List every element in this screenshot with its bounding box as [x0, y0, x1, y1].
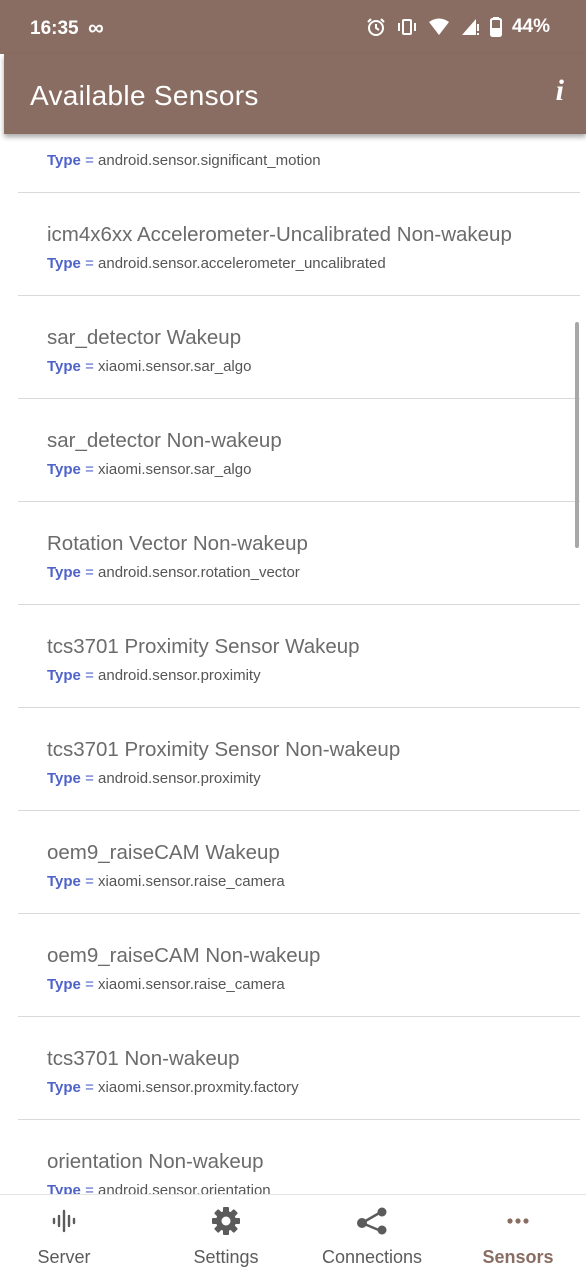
type-equals: =	[80, 1182, 99, 1194]
nav-settings[interactable]: Settings	[176, 1195, 276, 1267]
type-key: Type	[47, 976, 81, 993]
type-value: xiaomi.sensor.proxmity.factory	[98, 1079, 299, 1096]
type-value: android.sensor.accelerometer_uncalibrate…	[98, 255, 386, 272]
type-key: Type	[47, 770, 81, 787]
app-bar: Available Sensors i	[4, 54, 586, 134]
sensor-name: tcs3701 Non-wakeup	[47, 1047, 240, 1070]
share-nodes-icon	[357, 1207, 387, 1235]
sensor-type: Type = android.sensor.proximity	[47, 667, 261, 684]
list-item[interactable]: tcs3701 Proximity Sensor Wakeup Type = a…	[18, 605, 580, 708]
sensor-type: Type = xiaomi.sensor.raise_camera	[47, 976, 285, 993]
sensor-name: tcs3701 Proximity Sensor Wakeup	[47, 635, 360, 658]
sensor-type: Type = android.sensor.proximity	[47, 770, 261, 787]
sensor-type: Type = xiaomi.sensor.raise_camera	[47, 873, 285, 890]
nav-sensors[interactable]: Sensors	[468, 1195, 568, 1267]
type-key: Type	[47, 152, 81, 169]
type-value: xiaomi.sensor.sar_algo	[98, 358, 252, 375]
sensor-type: Type = xiaomi.sensor.sar_algo	[47, 461, 251, 478]
page-title: Available Sensors	[30, 80, 259, 111]
type-value: xiaomi.sensor.raise_camera	[98, 976, 285, 993]
battery-percent: 44%	[511, 16, 550, 37]
list-item[interactable]: icm4x6xx Accelerometer-Uncalibrated Non-…	[18, 193, 580, 296]
type-value: android.sensor.orientation	[98, 1182, 271, 1194]
type-key: Type	[47, 1079, 81, 1096]
type-value: android.sensor.proximity	[98, 667, 261, 684]
type-value: android.sensor.rotation_vector	[98, 564, 300, 581]
type-key: Type	[47, 255, 81, 272]
vibrate-icon	[397, 19, 416, 35]
type-value: android.sensor.significant_motion	[98, 152, 321, 169]
status-time: 16:35	[30, 18, 79, 39]
battery-icon	[489, 17, 502, 37]
status-bar: 16:35 ∞ 44%	[0, 0, 586, 54]
list-item[interactable]: oem9_raiseCAM Non-wakeup Type = xiaomi.s…	[18, 914, 580, 1017]
type-key: Type	[47, 461, 81, 478]
list-item[interactable]: tcs3701 Non-wakeup Type = xiaomi.sensor.…	[18, 1017, 580, 1120]
type-equals: =	[80, 358, 99, 375]
list-item[interactable]: Rotation Vector Non-wakeup Type = androi…	[18, 502, 580, 605]
nav-server-label: Server	[37, 1247, 91, 1267]
type-equals: =	[80, 152, 99, 169]
nav-settings-label: Settings	[193, 1247, 259, 1267]
nav-connections[interactable]: Connections	[310, 1195, 434, 1267]
type-equals: =	[80, 873, 99, 890]
sensor-name: tcs3701 Proximity Sensor Non-wakeup	[47, 738, 401, 761]
status-icons: 44%	[366, 16, 550, 38]
type-value: android.sensor.proximity	[98, 770, 261, 787]
sensor-list[interactable]: Type = android.sensor.significant_motion…	[0, 134, 586, 1194]
scrollbar[interactable]	[575, 322, 579, 548]
sensor-type: Type = android.sensor.rotation_vector	[47, 564, 300, 581]
sensor-name: sar_detector Wakeup	[47, 326, 242, 349]
type-equals: =	[80, 564, 99, 581]
signal-icon	[461, 19, 479, 35]
type-equals: =	[80, 255, 99, 272]
type-value: xiaomi.sensor.sar_algo	[98, 461, 252, 478]
type-key: Type	[47, 667, 81, 684]
list-item[interactable]: orientation Non-wakeup Type = android.se…	[18, 1120, 580, 1194]
sensor-type: Type = android.sensor.orientation	[47, 1182, 271, 1194]
nav-sensors-label: Sensors	[482, 1247, 554, 1267]
type-key: Type	[47, 564, 81, 581]
type-equals: =	[80, 667, 99, 684]
wifi-icon	[428, 18, 449, 35]
sensor-name: orientation Non-wakeup	[47, 1150, 264, 1173]
type-key: Type	[47, 873, 81, 890]
list-item[interactable]: Type = android.sensor.significant_motion	[18, 134, 580, 193]
gear-icon	[212, 1207, 240, 1235]
sensor-type: Type = android.sensor.accelerometer_unca…	[47, 255, 386, 272]
sensor-name: oem9_raiseCAM Non-wakeup	[47, 944, 321, 967]
infinity-icon: ∞	[88, 15, 104, 40]
type-value: xiaomi.sensor.raise_camera	[98, 873, 285, 890]
type-equals: =	[80, 770, 99, 787]
type-equals: =	[80, 461, 99, 478]
sensor-type: Type = android.sensor.significant_motion	[47, 152, 321, 169]
sensor-type: Type = xiaomi.sensor.sar_algo	[47, 358, 251, 375]
type-key: Type	[47, 358, 81, 375]
bottom-nav: Server Settings Connections Sensors	[0, 1194, 586, 1267]
type-equals: =	[80, 976, 99, 993]
list-item[interactable]: tcs3701 Proximity Sensor Non-wakeup Type…	[18, 708, 580, 811]
nav-connections-label: Connections	[321, 1247, 423, 1267]
alarm-icon	[367, 18, 385, 36]
sensor-name: icm4x6xx Accelerometer-Uncalibrated Non-…	[47, 223, 512, 246]
type-key: Type	[47, 1182, 81, 1194]
waveform-icon	[52, 1209, 76, 1233]
info-button[interactable]: i	[556, 74, 564, 108]
sensor-name: sar_detector Non-wakeup	[47, 429, 282, 452]
type-equals: =	[80, 1079, 99, 1096]
list-item[interactable]: sar_detector Wakeup Type = xiaomi.sensor…	[18, 296, 580, 399]
more-dots-icon	[507, 1218, 529, 1224]
list-item[interactable]: sar_detector Non-wakeup Type = xiaomi.se…	[18, 399, 580, 502]
sensor-type: Type = xiaomi.sensor.proxmity.factory	[47, 1079, 299, 1096]
list-item[interactable]: oem9_raiseCAM Wakeup Type = xiaomi.senso…	[18, 811, 580, 914]
sensor-name: Rotation Vector Non-wakeup	[47, 532, 308, 555]
sensor-name: oem9_raiseCAM Wakeup	[47, 841, 280, 864]
nav-server[interactable]: Server	[14, 1195, 114, 1267]
